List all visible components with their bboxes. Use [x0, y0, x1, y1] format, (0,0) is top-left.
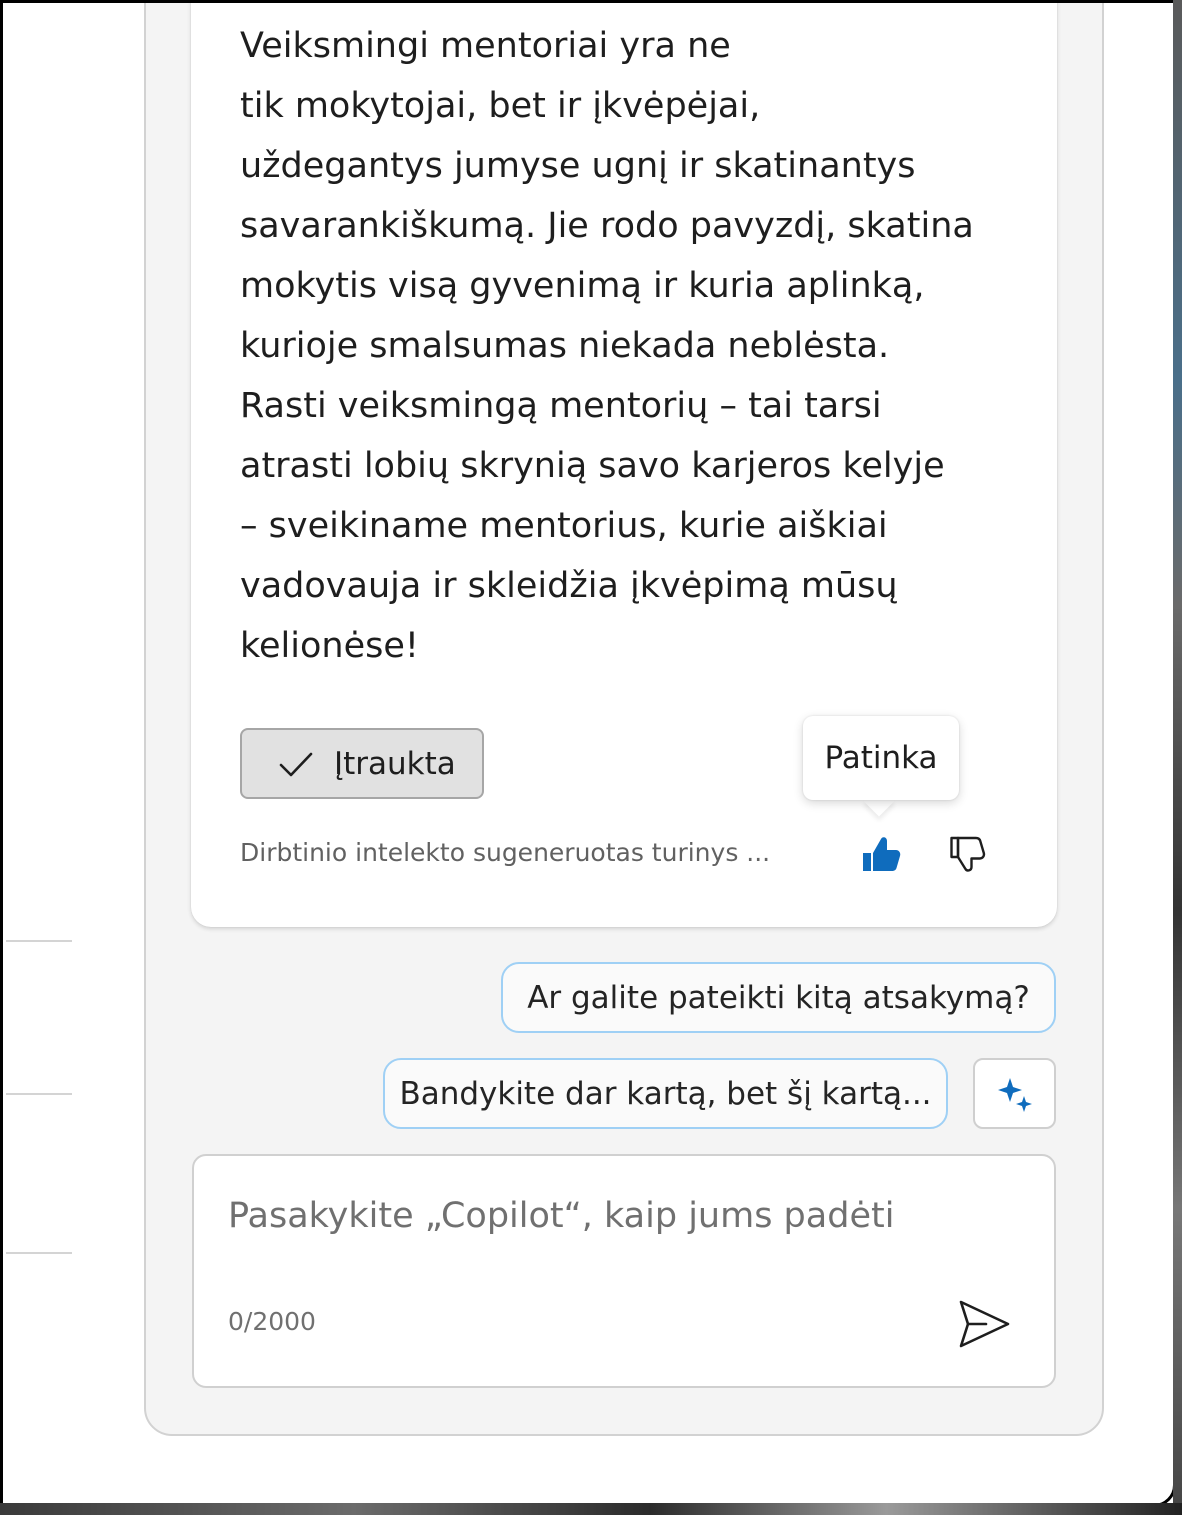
suggestion-chip[interactable]: Ar galite pateikti kitą atsakymą?	[501, 962, 1056, 1033]
more-prompts-button[interactable]	[973, 1058, 1056, 1129]
send-icon[interactable]	[954, 1296, 1014, 1352]
divider	[6, 940, 72, 942]
ai-disclaimer[interactable]: Dirbtinio intelekto sugeneruotas turinys…	[240, 838, 770, 867]
thumbs-up-icon[interactable]	[856, 829, 906, 879]
checkmark-icon	[279, 752, 313, 776]
background-window-edge	[0, 1503, 1182, 1515]
like-tooltip: Patinka	[803, 716, 959, 800]
chat-input[interactable]	[228, 1196, 1008, 1236]
suggestion-chip[interactable]: Bandykite dar kartą, bet šį kartą...	[383, 1058, 948, 1129]
sparkle-icon	[997, 1077, 1032, 1112]
response-line: kurioje smalsumas niekada neblėsta.	[240, 326, 890, 366]
divider	[6, 1252, 72, 1254]
included-label: Įtraukta	[334, 745, 456, 782]
response-text: Veiksmingi mentoriai yra ne tik mokytoja…	[240, 16, 1030, 676]
background-window-edge	[1173, 0, 1182, 1515]
response-line: – sveikiname mentorius, kurie aiškiai	[240, 506, 888, 546]
response-line: mokytis visą gyvenimą ir kuria aplinką,	[240, 266, 925, 306]
response-line: tik mokytojai, bet ir įkvėpėjai,	[240, 86, 761, 126]
character-count: 0/2000	[228, 1307, 316, 1336]
response-line: atrasti lobių skrynią savo karjeros kely…	[240, 446, 945, 486]
response-line: Veiksmingi mentoriai yra ne	[240, 26, 731, 66]
included-button[interactable]: Įtraukta	[240, 728, 484, 799]
response-line: vadovauja ir skleidžia įkvėpimą mūsų	[240, 566, 898, 606]
response-line: savarankiškumą. Jie rodo pavyzdį, skatin…	[240, 206, 974, 246]
thumbs-down-icon[interactable]	[946, 829, 996, 879]
app-window: Veiksmingi mentoriai yra ne tik mokytoja…	[0, 0, 1176, 1507]
response-line: kelionėse!	[240, 626, 419, 666]
response-line: uždegantys jumyse ugnį ir skatinantys	[240, 146, 916, 186]
chat-composer: 0/2000	[192, 1154, 1056, 1388]
response-line: Rasti veiksmingą mentorių – tai tarsi	[240, 386, 882, 426]
divider	[6, 1093, 72, 1095]
